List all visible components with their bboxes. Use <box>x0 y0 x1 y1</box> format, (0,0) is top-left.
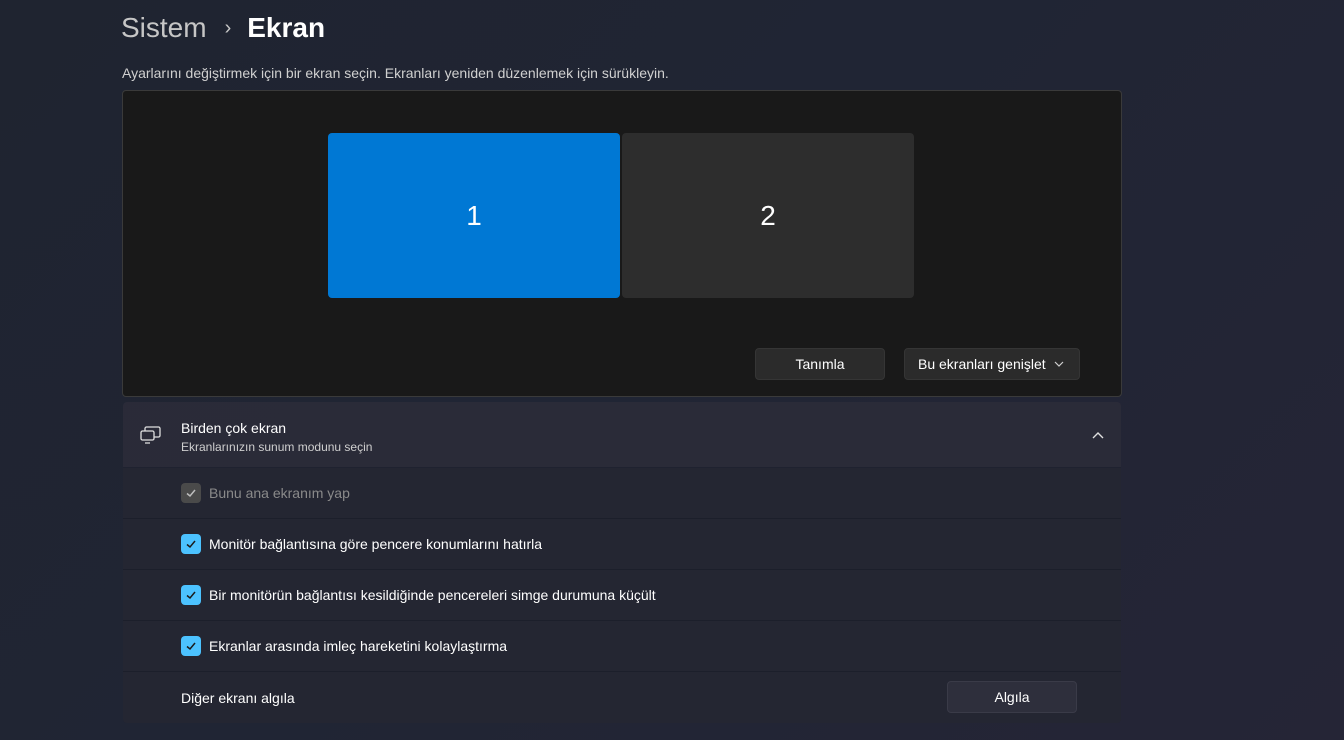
monitor-arrangement-panel: 1 2 Tanımla Bu ekranları genişlet <box>122 90 1122 397</box>
cursor-movement-checkbox[interactable] <box>181 636 201 656</box>
option-row-minimize-windows: Bir monitörün bağlantısı kesildiğinde pe… <box>123 570 1121 621</box>
checkmark-icon <box>186 489 196 498</box>
monitor-2-label: 2 <box>760 199 776 231</box>
instruction-text: Ayarlarını değiştirmek için bir ekran se… <box>122 65 669 81</box>
option-row-remember-positions: Monitör bağlantısına göre pencere konuml… <box>123 519 1121 570</box>
cursor-movement-label[interactable]: Ekranlar arasında imleç hareketini kolay… <box>209 638 507 654</box>
checkmark-icon <box>186 591 196 600</box>
option-row-main-display: Bunu ana ekranım yap <box>123 468 1121 519</box>
display-mode-value: Bu ekranları genişlet <box>918 356 1046 372</box>
minimize-windows-checkbox[interactable] <box>181 585 201 605</box>
page-title: Ekran <box>247 12 326 43</box>
multiple-displays-header[interactable]: Birden çok ekran Ekranlarınızın sunum mo… <box>123 402 1121 468</box>
monitor-2[interactable]: 2 <box>622 133 914 298</box>
display-mode-dropdown[interactable]: Bu ekranları genişlet <box>904 348 1080 380</box>
monitor-1[interactable]: 1 <box>328 133 620 298</box>
option-row-cursor-movement: Ekranlar arasında imleç hareketini kolay… <box>123 621 1121 672</box>
remember-positions-checkbox[interactable] <box>181 534 201 554</box>
section-subtitle: Ekranlarınızın sunum modunu seçin <box>181 440 373 454</box>
multi-monitor-icon <box>140 426 161 444</box>
detect-button[interactable]: Algıla <box>947 681 1077 713</box>
breadcrumb-separator: › <box>224 16 232 39</box>
remember-positions-label[interactable]: Monitör bağlantısına göre pencere konuml… <box>209 536 542 552</box>
minimize-windows-label[interactable]: Bir monitörün bağlantısı kesildiğinde pe… <box>209 587 656 603</box>
monitor-1-label: 1 <box>466 199 482 231</box>
section-titles: Birden çok ekran Ekranlarınızın sunum mo… <box>181 420 372 454</box>
checkmark-icon <box>186 642 196 651</box>
main-display-checkbox <box>181 483 201 503</box>
checkmark-icon <box>186 540 196 549</box>
option-row-detect-display: Diğer ekranı algıla Algıla <box>123 672 1121 723</box>
section-title: Birden çok ekran <box>181 420 287 436</box>
main-display-label: Bunu ana ekranım yap <box>209 485 350 501</box>
breadcrumb: Sistem › Ekran <box>121 10 325 46</box>
chevron-down-icon <box>1054 361 1064 367</box>
chevron-up-icon[interactable] <box>1091 429 1105 441</box>
multiple-displays-section: Birden çok ekran Ekranlarınızın sunum mo… <box>123 402 1121 723</box>
identify-button[interactable]: Tanımla <box>755 348 885 380</box>
detect-display-label: Diğer ekranı algıla <box>181 689 295 706</box>
breadcrumb-parent[interactable]: Sistem <box>121 12 207 44</box>
